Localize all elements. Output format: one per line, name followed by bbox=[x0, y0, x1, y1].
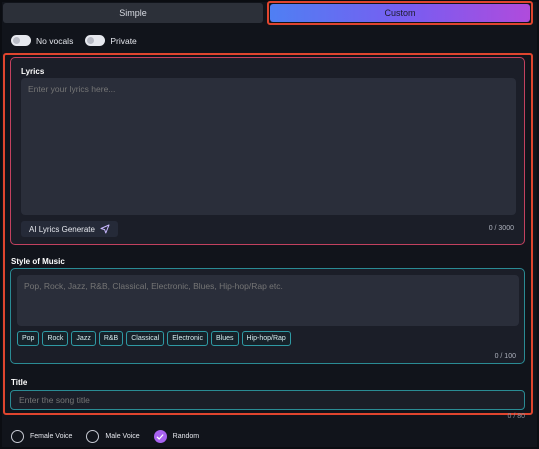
style-tag-rnb[interactable]: R&B bbox=[98, 331, 124, 346]
voice-option-female[interactable]: Female Voice bbox=[11, 430, 72, 443]
random-voice-label: Random bbox=[172, 433, 200, 440]
tab-custom-highlight: Custom bbox=[267, 1, 533, 25]
male-voice-radio[interactable] bbox=[86, 430, 100, 443]
title-label: Title bbox=[11, 378, 28, 387]
female-voice-radio[interactable] bbox=[11, 430, 24, 443]
style-card: Pop Rock Jazz R&B Classical Electronic B… bbox=[10, 268, 525, 364]
tab-custom[interactable]: Custom bbox=[270, 4, 530, 22]
style-tag-jazz[interactable]: Jazz bbox=[71, 331, 96, 346]
lyrics-card: Lyrics AI Lyrics Generate 0 / 3000 bbox=[10, 57, 525, 245]
no-vocals-label: No vocals bbox=[36, 35, 74, 46]
style-tag-classical[interactable]: Classical bbox=[126, 331, 165, 346]
private-label: Private bbox=[110, 35, 137, 46]
random-voice-radio[interactable] bbox=[153, 430, 167, 443]
voice-options: Female Voice Male Voice Random bbox=[11, 430, 199, 443]
style-label: Style of Music bbox=[11, 257, 65, 266]
no-vocals-toggle[interactable]: No vocals bbox=[11, 35, 73, 46]
ai-lyrics-generate-button[interactable]: AI Lyrics Generate bbox=[21, 221, 118, 237]
private-toggle[interactable]: Private bbox=[85, 35, 137, 46]
lyrics-char-count: 0 / 3000 bbox=[488, 225, 514, 232]
style-tag-pop[interactable]: Pop bbox=[17, 331, 40, 346]
style-input[interactable] bbox=[17, 275, 519, 326]
mode-tabs: Simple Custom bbox=[3, 1, 533, 25]
lyrics-label: Lyrics bbox=[21, 67, 45, 76]
style-char-count: 0 / 100 bbox=[494, 353, 516, 360]
private-switch[interactable] bbox=[85, 35, 106, 46]
style-tag-blues[interactable]: Blues bbox=[210, 331, 239, 346]
female-voice-label: Female Voice bbox=[30, 433, 73, 440]
check-icon bbox=[156, 433, 164, 440]
options-toggles: No vocals Private bbox=[11, 35, 137, 46]
style-tags: Pop Rock Jazz R&B Classical Electronic B… bbox=[17, 331, 291, 346]
style-tag-electronic[interactable]: Electronic bbox=[167, 331, 208, 346]
send-icon bbox=[100, 224, 110, 234]
voice-option-random[interactable]: Random bbox=[153, 430, 200, 443]
no-vocals-switch[interactable] bbox=[11, 35, 31, 46]
ai-lyrics-generate-label: AI Lyrics Generate bbox=[29, 224, 95, 234]
style-tag-hiphop-rap[interactable]: Hip-hop/Rap bbox=[241, 331, 291, 346]
voice-option-male[interactable]: Male Voice bbox=[86, 430, 140, 443]
song-title-input[interactable] bbox=[10, 390, 525, 410]
lyrics-input[interactable] bbox=[21, 78, 516, 215]
style-tag-rock[interactable]: Rock bbox=[42, 331, 69, 346]
male-voice-label: Male Voice bbox=[105, 433, 140, 440]
title-char-count: 0 / 80 bbox=[507, 413, 525, 420]
tab-simple[interactable]: Simple bbox=[3, 3, 263, 23]
